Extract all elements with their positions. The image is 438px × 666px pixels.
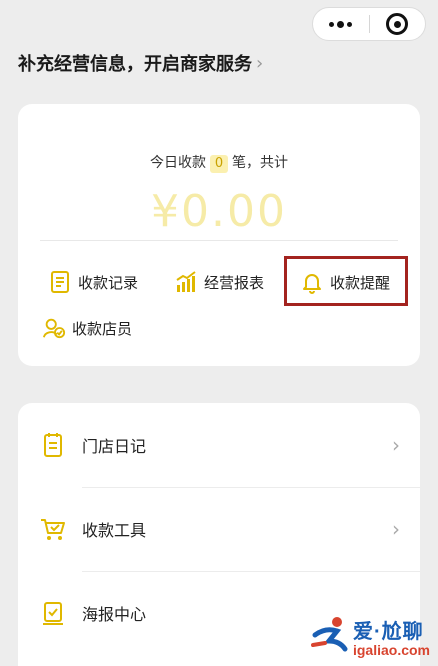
menu-item-store-diary[interactable]: 门店日记 ›	[18, 403, 420, 487]
watermark-cn: 爱·尬聊	[352, 621, 424, 643]
amount-total: ¥0.00	[151, 186, 287, 237]
bar-chart-icon	[174, 270, 198, 294]
more-dots-icon	[329, 20, 353, 28]
more-button[interactable]	[313, 8, 369, 40]
close-button[interactable]	[370, 8, 426, 40]
merchant-info-text: 补充经营信息，开启商家服务	[18, 54, 252, 75]
divider	[40, 240, 398, 241]
cashier-staff-button[interactable]: 收款店员	[42, 316, 132, 340]
menu-item-payment-tools[interactable]: 收款工具 ›	[18, 487, 420, 571]
target-close-icon	[386, 13, 409, 35]
today-prefix: 今日收款	[150, 155, 206, 171]
today-summary: 今日收款 0 笔，共计	[18, 152, 420, 173]
menu-item-label: 海报中心	[82, 605, 147, 624]
merchant-info-link[interactable]: 补充经营信息，开启商家服务 ›	[18, 50, 263, 76]
chevron-right-icon: ›	[392, 433, 400, 457]
staff-icon	[42, 316, 66, 340]
diary-icon	[40, 432, 66, 458]
business-report-label: 经营报表	[204, 273, 265, 292]
payment-records-label: 收款记录	[78, 273, 139, 292]
runner-logo-icon	[310, 615, 351, 658]
collection-card: 今日收款 0 笔，共计 ¥0.00 收款记录 经营报表 收款提醒 收款店员	[18, 104, 420, 366]
cashier-staff-label: 收款店员	[72, 319, 133, 338]
chevron-right-icon: ›	[256, 52, 264, 74]
menu-item-label: 收款工具	[82, 521, 147, 540]
highlight-annotation-box	[284, 256, 408, 306]
watermark-en: igaliao.com	[352, 642, 430, 658]
mini-program-capsule	[312, 7, 426, 41]
payment-records-button[interactable]: 收款记录	[48, 270, 138, 294]
poster-icon	[40, 600, 66, 626]
cart-icon	[40, 516, 66, 542]
today-suffix: 笔，共计	[232, 155, 288, 171]
menu-item-label: 门店日记	[82, 437, 147, 456]
receipt-list-icon	[48, 270, 72, 294]
site-watermark: 爱·尬聊 igaliao.com	[310, 615, 430, 658]
business-report-button[interactable]: 经营报表	[174, 270, 264, 294]
count-badge: 0	[210, 155, 228, 173]
chevron-right-icon: ›	[392, 517, 400, 541]
